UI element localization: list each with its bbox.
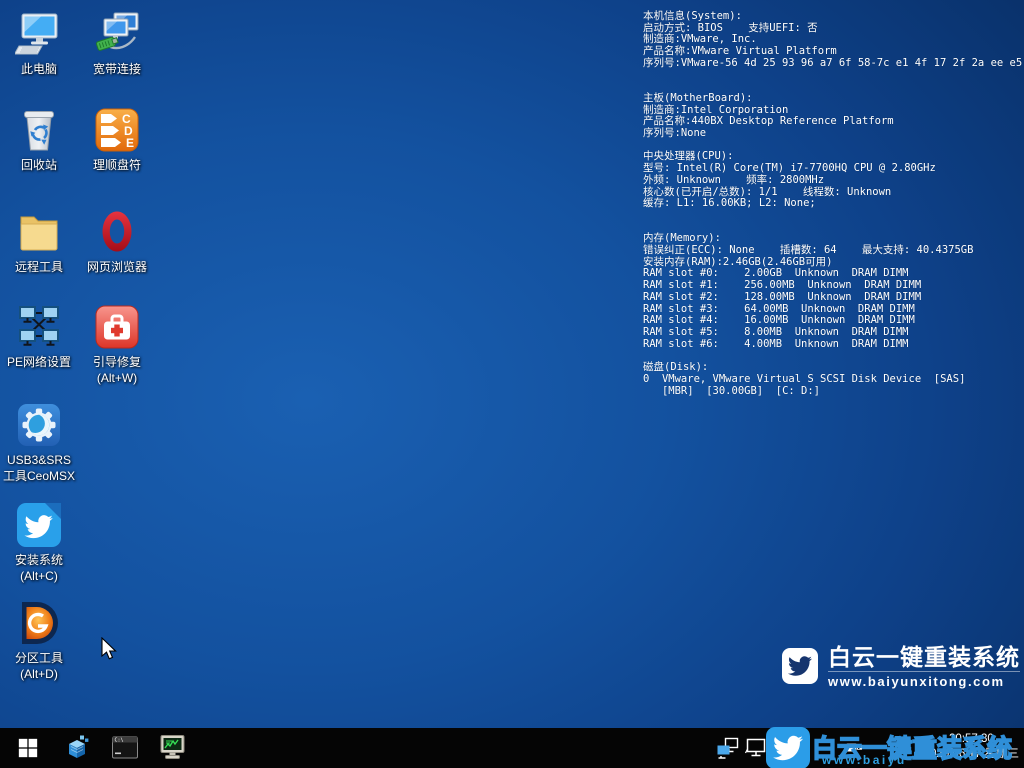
blue-cube-icon: [63, 734, 91, 762]
start-button[interactable]: [8, 728, 48, 768]
desktop-icon-label: 安装系统: [1, 552, 77, 569]
twitter-bird-icon: [782, 648, 818, 684]
desktop-icon-label: 理顺盘符: [79, 157, 155, 174]
broadband-icon: [93, 10, 141, 58]
desktop-icon-label: 网页浏览器: [79, 259, 155, 276]
cmd-title-text: C:\: [115, 738, 124, 744]
network-setup-icon: [15, 303, 63, 351]
desktop-icon-label: PE网络设置: [1, 354, 77, 371]
desktop-icon-this-pc[interactable]: 此电脑: [1, 10, 77, 78]
desktop-icon-install-system[interactable]: 安装系统 (Alt+C): [1, 501, 77, 585]
desktop-icon-label: 此电脑: [1, 61, 77, 78]
desktop-icon-label: 回收站: [1, 157, 77, 174]
diskgenius-icon: [15, 599, 63, 647]
taskbar-blue-cube-tool-button[interactable]: [58, 728, 96, 768]
taskbar-cmd-button[interactable]: C:\: [106, 728, 144, 768]
gear-swirl-icon: [15, 401, 63, 449]
desktop-icon-label-2: (Alt+D): [1, 666, 77, 683]
desktop-icon-broadband[interactable]: 宽带连接: [79, 10, 155, 78]
svg-text:E: E: [126, 136, 134, 150]
folder-icon: [15, 208, 63, 256]
desktop-icon-label: USB3&SRS: [1, 452, 77, 469]
desktop-icon-pe-network[interactable]: PE网络设置: [1, 303, 77, 371]
taskbar-watermark-bird-icon: [766, 727, 810, 768]
desktop-icon-web-browser[interactable]: 网页浏览器: [79, 208, 155, 276]
brand-watermark: 白云一键重装系统 www.baiyunxitong.com: [782, 644, 1020, 691]
bird-install-icon: [15, 501, 63, 549]
watermark-title: 白云一键重装系统: [828, 644, 1020, 672]
opera-browser-icon: [93, 208, 141, 256]
desktop-icon-remote-tools[interactable]: 远程工具: [1, 208, 77, 276]
tray-display-plug-icon[interactable]: [744, 737, 768, 759]
taskbar-hardware-monitor-button[interactable]: [152, 728, 194, 768]
desktop-icon-drive-letters[interactable]: C D E 理顺盘符: [79, 106, 155, 174]
drive-letters-icon: C D E: [93, 106, 141, 154]
desktop: 本机信息(System): 启动方式: BIOS 支持UEFI: 否 制造商:V…: [0, 0, 1024, 768]
desktop-icon-label-2: (Alt+W): [79, 370, 155, 387]
desktop-icon-label-2: 工具CeoMSX: [1, 468, 77, 485]
system-info-text: 本机信息(System): 启动方式: BIOS 支持UEFI: 否 制造商:V…: [643, 11, 1022, 397]
tray-network-computers-icon[interactable]: [716, 737, 740, 759]
desktop-icon-label: 分区工具: [1, 650, 77, 667]
windows-logo-icon: [17, 737, 39, 759]
first-aid-icon: [93, 303, 141, 351]
desktop-icon-label: 远程工具: [1, 259, 77, 276]
desktop-icon-partition-tool[interactable]: 分区工具 (Alt+D): [1, 599, 77, 683]
taskbar: C:\: [0, 728, 1024, 768]
desktop-icon-recycle-bin[interactable]: 回收站: [1, 106, 77, 174]
recycle-bin-icon: [15, 106, 63, 154]
taskbar-watermark-title: 白云一键重装系统: [812, 729, 1012, 765]
command-prompt-icon: C:\: [111, 735, 139, 761]
desktop-icon-label-2: (Alt+C): [1, 568, 77, 585]
desktop-icon-label: 宽带连接: [79, 61, 155, 78]
this-pc-icon: [15, 10, 63, 58]
mouse-cursor: [100, 637, 120, 663]
desktop-icon-boot-repair[interactable]: 引导修复 (Alt+W): [79, 303, 155, 387]
watermark-url: www.baiyunxitong.com: [828, 673, 1020, 691]
desktop-icon-label: 引导修复: [79, 354, 155, 371]
desktop-icon-usb3-srs[interactable]: USB3&SRS 工具CeoMSX: [1, 401, 77, 485]
hardware-monitor-icon: [158, 734, 188, 762]
